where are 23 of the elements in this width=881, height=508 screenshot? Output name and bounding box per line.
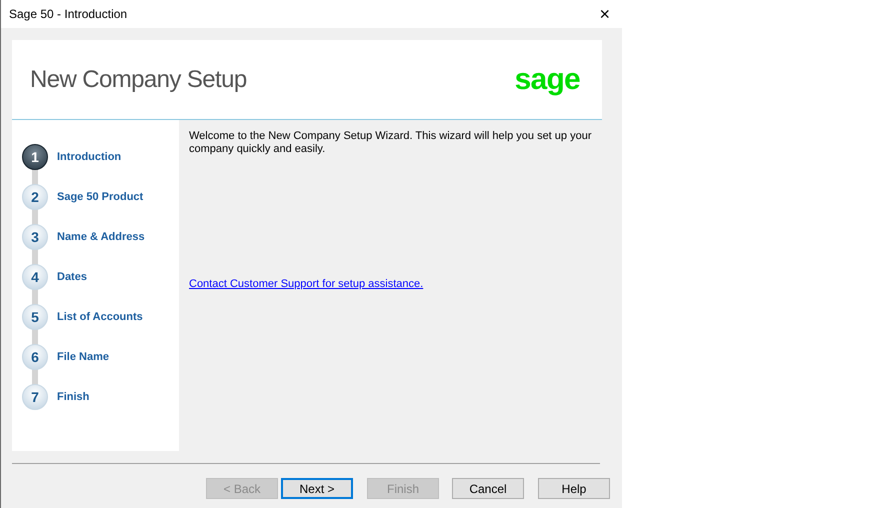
step-label: Dates (57, 270, 87, 285)
step-label: File Name (57, 350, 109, 365)
step-number: 4 (22, 264, 48, 290)
window-title: Sage 50 - Introduction (9, 6, 128, 23)
support-link[interactable]: Contact Customer Support for setup assistance. (189, 276, 424, 292)
dialog-button[interactable]: Cancel (452, 478, 524, 499)
header-title: New Company Setup (30, 64, 247, 94)
step-label: List of Accounts (57, 310, 143, 325)
dialog-button[interactable]: Help (538, 478, 610, 499)
step-label: Introduction (57, 150, 122, 165)
step-number: 6 (22, 344, 48, 370)
step-number: 3 (22, 224, 48, 250)
close-button[interactable]: × (599, 5, 610, 23)
step-number: 1 (22, 144, 48, 170)
step-number: 7 (22, 384, 48, 410)
welcome-text: Welcome to the New Company Setup Wizard. This wizard will help you set up your company quickly and easily. (189, 130, 592, 156)
step-label: Finish (57, 390, 90, 405)
step-number: 2 (22, 184, 48, 210)
step-label: Sage 50 Product (57, 190, 144, 205)
dialog-button[interactable]: Next > (281, 478, 353, 499)
step-number: 5 (22, 304, 48, 330)
step-label: Name & Address (57, 230, 145, 245)
logo: sage (514, 64, 580, 94)
